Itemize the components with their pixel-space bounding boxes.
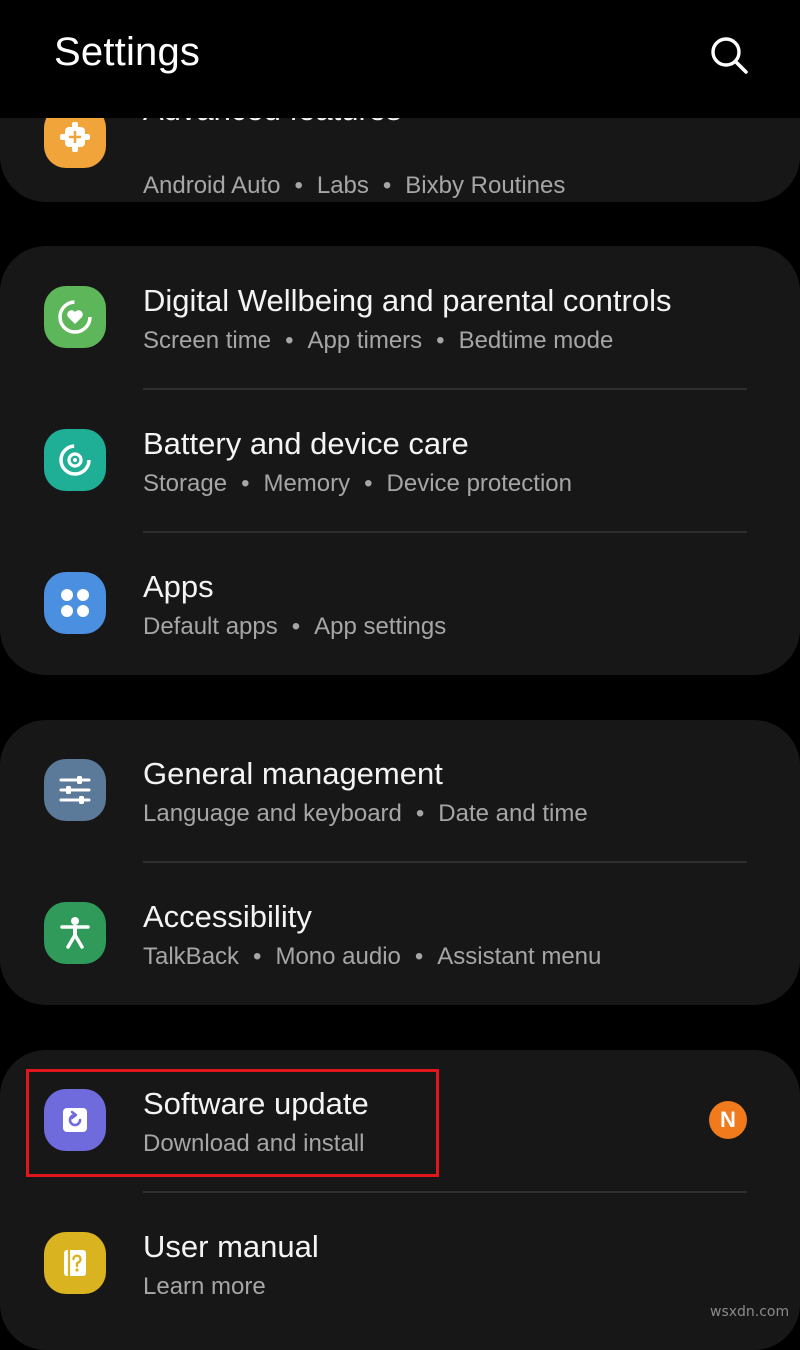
search-button[interactable] [704,30,754,80]
settings-item-title: Digital Wellbeing and parental controls [143,283,672,318]
watermark: wsxdn.com [710,1304,790,1320]
settings-item-digital-wellbeing[interactable]: Digital Wellbeing and parental controls … [0,246,800,389]
sliders-icon [44,759,106,821]
settings-card-general-group: General management Language and keyboard… [0,720,800,1005]
settings-item-title: Advanced features [143,118,402,128]
puzzle-gear-icon [44,118,106,168]
apps-grid-icon [44,572,106,634]
device-care-icon [44,429,106,491]
settings-item-title: General management [143,756,443,791]
settings-item-advanced-features[interactable]: Advanced features Android Auto•Labs•Bixb… [0,118,800,199]
settings-card-wellbeing-group: Digital Wellbeing and parental controls … [0,246,800,675]
settings-item-title: Battery and device care [143,426,469,461]
page-title: Settings [54,30,201,74]
settings-item-title: Apps [143,569,214,604]
settings-item-subtitle: TalkBack • Mono audio • Assistant menu [143,943,602,970]
new-badge: N [709,1101,747,1139]
header-bar: Settings [0,0,800,118]
settings-item-user-manual[interactable]: User manual Learn more [0,1192,800,1335]
highlight-box [26,1069,439,1177]
accessibility-person-icon [44,902,106,964]
settings-item-subtitle: Android Auto • Labs • Bixby Routines [143,172,566,199]
settings-item-battery-device-care[interactable]: Battery and device care Storage • Memory • D… [0,389,800,532]
settings-item-title: Accessibility [143,899,312,934]
search-icon [711,37,748,74]
user-manual-icon [44,1232,106,1294]
wellbeing-heart-icon [44,286,106,348]
settings-item-apps[interactable]: Apps Default apps • App settings [0,532,800,675]
settings-item-subtitle: Default apps • App settings [143,613,447,640]
settings-item-title: User manual [143,1229,319,1264]
settings-item-subtitle: Learn more [143,1273,266,1300]
settings-card-advanced: Advanced features Android Auto•Labs•Bixb… [0,118,800,202]
settings-item-accessibility[interactable]: Accessibility TalkBack • Mono audio • Assist… [0,862,800,1005]
settings-item-subtitle: Storage • Memory • Device protection [143,470,572,497]
settings-item-subtitle: Language and keyboard • Date and time [143,800,588,827]
settings-item-general-management[interactable]: General management Language and keyboard… [0,720,800,863]
settings-item-subtitle: Screen time • App timers • Bedtime mode [143,327,614,354]
